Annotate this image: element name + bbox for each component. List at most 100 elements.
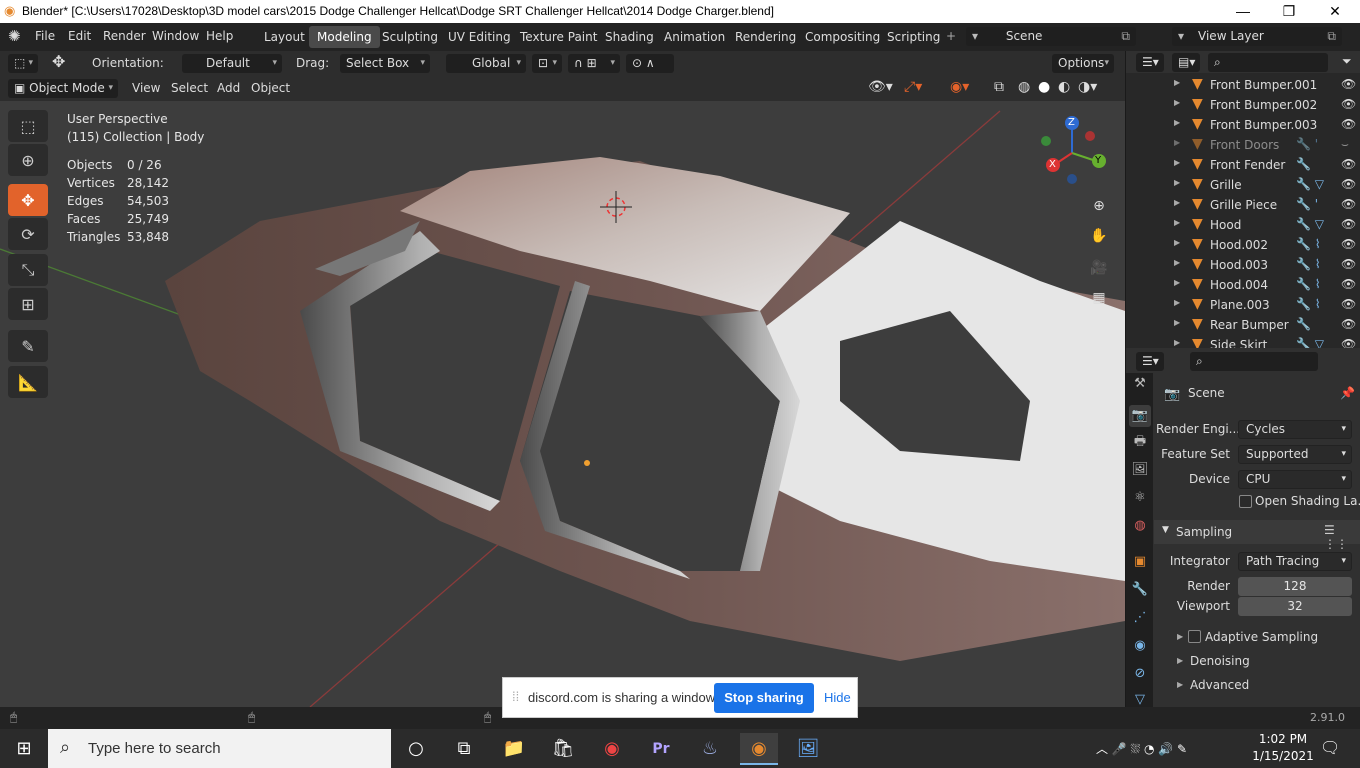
solid-shading-icon[interactable]: ●	[1038, 79, 1050, 95]
measure-tool-icon[interactable]: 📐	[8, 366, 48, 398]
eye-icon[interactable]: 👁	[1341, 217, 1356, 231]
pivot-dropdown[interactable]: ⊡ ▾	[532, 54, 562, 73]
sampling-panel-header[interactable]: ▼ Sampling ☰ ⋮⋮	[1154, 520, 1360, 551]
clock-time[interactable]: 1:02 PM	[1253, 732, 1313, 746]
properties-search-input[interactable]: ⌕	[1190, 352, 1318, 371]
task-view-icon[interactable]: ⧉	[445, 733, 483, 765]
render-engine-dropdown[interactable]: Cycles ▾	[1238, 420, 1352, 439]
outliner-item[interactable]: ▶ ▼ Plane.003 🔧 ⌇ 👁	[1126, 295, 1360, 315]
tab-uv-editing[interactable]: UV Editing	[440, 26, 519, 48]
notifications-icon[interactable]: 🗨	[1320, 738, 1340, 757]
expand-arrow-icon[interactable]: ▶	[1174, 198, 1180, 207]
viewport-menu-object[interactable]: Object	[251, 81, 290, 95]
hide-button[interactable]: Hide	[824, 690, 851, 705]
menu-file[interactable]: File	[35, 29, 55, 43]
render-tab-icon[interactable]: 📷	[1129, 405, 1151, 427]
menu-help[interactable]: Help	[206, 29, 233, 43]
outliner-item[interactable]: ▶ ▼ Front Fender 🔧 👁	[1126, 155, 1360, 175]
transform-tool-icon[interactable]: ⊞	[8, 288, 48, 320]
drag-dropdown[interactable]: Select Box ▾	[340, 54, 430, 73]
outliner-item[interactable]: ▶ ▼ Front Bumper.001 👁	[1126, 75, 1360, 95]
particles-tab-icon[interactable]: ⋰	[1129, 607, 1151, 629]
tab-layout[interactable]: Layout	[256, 26, 313, 48]
expand-arrow-icon[interactable]: ▶	[1174, 118, 1180, 127]
blender-taskbar-icon[interactable]: ◉	[740, 733, 778, 765]
expand-arrow-icon[interactable]: ▶	[1174, 158, 1180, 167]
viewport-menu-view[interactable]: View	[132, 81, 160, 95]
eye-icon[interactable]: 👁	[1341, 77, 1356, 91]
render-samples-field[interactable]: 128	[1238, 577, 1352, 596]
view-layer-tab-icon[interactable]: 🖼	[1129, 459, 1151, 481]
eye-icon[interactable]: 👁	[1341, 297, 1356, 311]
expand-arrow-icon[interactable]: ▶	[1174, 98, 1180, 107]
tray-icons[interactable]: ︿ 🎤 ⛆ ◔ 🔊 ✎	[1096, 740, 1187, 757]
menu-render[interactable]: Render	[103, 29, 146, 43]
stop-sharing-button[interactable]: Stop sharing	[714, 683, 814, 713]
eye-icon[interactable]: 👁	[1341, 237, 1356, 251]
tab-shading[interactable]: Shading	[597, 26, 662, 48]
output-tab-icon[interactable]: 🖶	[1129, 431, 1151, 453]
eye-icon[interactable]: 👁	[1341, 157, 1356, 171]
filter-icon[interactable]: ⏷	[1342, 54, 1352, 69]
tool-tab-icon[interactable]: ⚒	[1129, 373, 1151, 395]
rendered-shading-icon[interactable]: ◑▾	[1078, 79, 1097, 95]
cursor-tool-icon[interactable]: ⊕	[8, 144, 48, 176]
outliner-item[interactable]: ▶ ▼ Grille Piece 🔧 ' 👁	[1126, 195, 1360, 215]
camera-icon[interactable]: 🎥	[1087, 256, 1111, 280]
options-dropdown[interactable]: Options ▾	[1052, 54, 1114, 73]
expand-arrow-icon[interactable]: ▶	[1174, 218, 1180, 227]
expand-arrow-icon[interactable]: ▶	[1174, 138, 1180, 147]
open-shading-checkbox[interactable]	[1239, 495, 1252, 508]
maximize-button[interactable]: ❐	[1266, 0, 1312, 23]
constraints-tab-icon[interactable]: ⊘	[1129, 663, 1151, 685]
menu-edit[interactable]: Edit	[68, 29, 91, 43]
menu-window[interactable]: Window	[152, 29, 199, 43]
viewport-menu-add[interactable]: Add	[217, 81, 240, 95]
pan-hand-icon[interactable]: ✋	[1087, 224, 1111, 248]
select-box-icon[interactable]: ⬚	[8, 110, 48, 142]
close-button[interactable]: ✕	[1312, 0, 1358, 23]
photos-icon[interactable]: 🖼	[789, 733, 827, 765]
tab-texture-paint[interactable]: Texture Paint	[512, 26, 605, 48]
outliner-item[interactable]: ▶ ▼ Front Doors 🔧 ' ⌣	[1126, 135, 1360, 155]
eye-icon[interactable]: 👁	[1341, 257, 1356, 271]
snap-dropdown[interactable]: ∩ ⊞ ▾	[568, 54, 620, 73]
expand-arrow-icon[interactable]: ▶	[1174, 78, 1180, 87]
annotate-tool-icon[interactable]: ✎	[8, 330, 48, 362]
tab-scripting[interactable]: Scripting	[879, 26, 948, 48]
minimize-button[interactable]: —	[1220, 0, 1266, 23]
world-tab-icon[interactable]: ◍	[1129, 515, 1151, 537]
material-shading-icon[interactable]: ◐	[1058, 79, 1070, 95]
modifier-tab-icon[interactable]: 🔧	[1129, 579, 1151, 601]
viewport-samples-field[interactable]: 32	[1238, 597, 1352, 616]
eye-icon[interactable]: 👁	[1341, 197, 1356, 211]
steam-icon[interactable]: ♨	[691, 733, 729, 765]
copy-icon[interactable]: ⧉	[1121, 27, 1130, 46]
xray-icon[interactable]: ⧉	[994, 79, 1004, 95]
perspective-grid-icon[interactable]: ▦	[1087, 286, 1111, 310]
tab-sculpting[interactable]: Sculpting	[374, 26, 446, 48]
eye-icon[interactable]: 👁	[1341, 317, 1356, 331]
taskbar-search[interactable]: ⌕ Type here to search	[48, 729, 391, 768]
editor-type-icon[interactable]: ☰▾	[1136, 352, 1164, 371]
adaptive-sampling-checkbox[interactable]	[1188, 630, 1201, 643]
editor-type-icon[interactable]: ☰▾	[1136, 53, 1164, 72]
chrome-icon[interactable]: ◉	[593, 733, 631, 765]
tool-selector[interactable]: ⬚ ▾	[8, 54, 38, 73]
pin-icon[interactable]: 📌	[1340, 386, 1355, 400]
expand-arrow-icon[interactable]: ▶	[1174, 258, 1180, 267]
display-mode-icon[interactable]: ▤▾	[1172, 53, 1200, 72]
rotate-tool-icon[interactable]: ⟳	[8, 218, 48, 250]
copy-icon[interactable]: ⧉	[1327, 27, 1336, 46]
proportional-edit[interactable]: ⊙ ∧	[626, 54, 674, 73]
blender-menu-icon[interactable]: ✺	[8, 27, 21, 45]
add-workspace-icon[interactable]: +	[946, 29, 956, 43]
outliner-item[interactable]: ▶ ▼ Front Bumper.002 👁	[1126, 95, 1360, 115]
expand-arrow-icon[interactable]: ▶	[1174, 318, 1180, 327]
clock-date[interactable]: 1/15/2021	[1250, 749, 1316, 763]
scene-selector[interactable]: ▾ Scene ⧉	[966, 27, 1136, 46]
visibility-icon[interactable]: 👁▾	[868, 79, 893, 95]
expand-arrow-icon[interactable]: ▶	[1174, 178, 1180, 187]
feature-set-dropdown[interactable]: Supported ▾	[1238, 445, 1352, 464]
scene-tab-icon[interactable]: ⚛	[1129, 487, 1151, 509]
